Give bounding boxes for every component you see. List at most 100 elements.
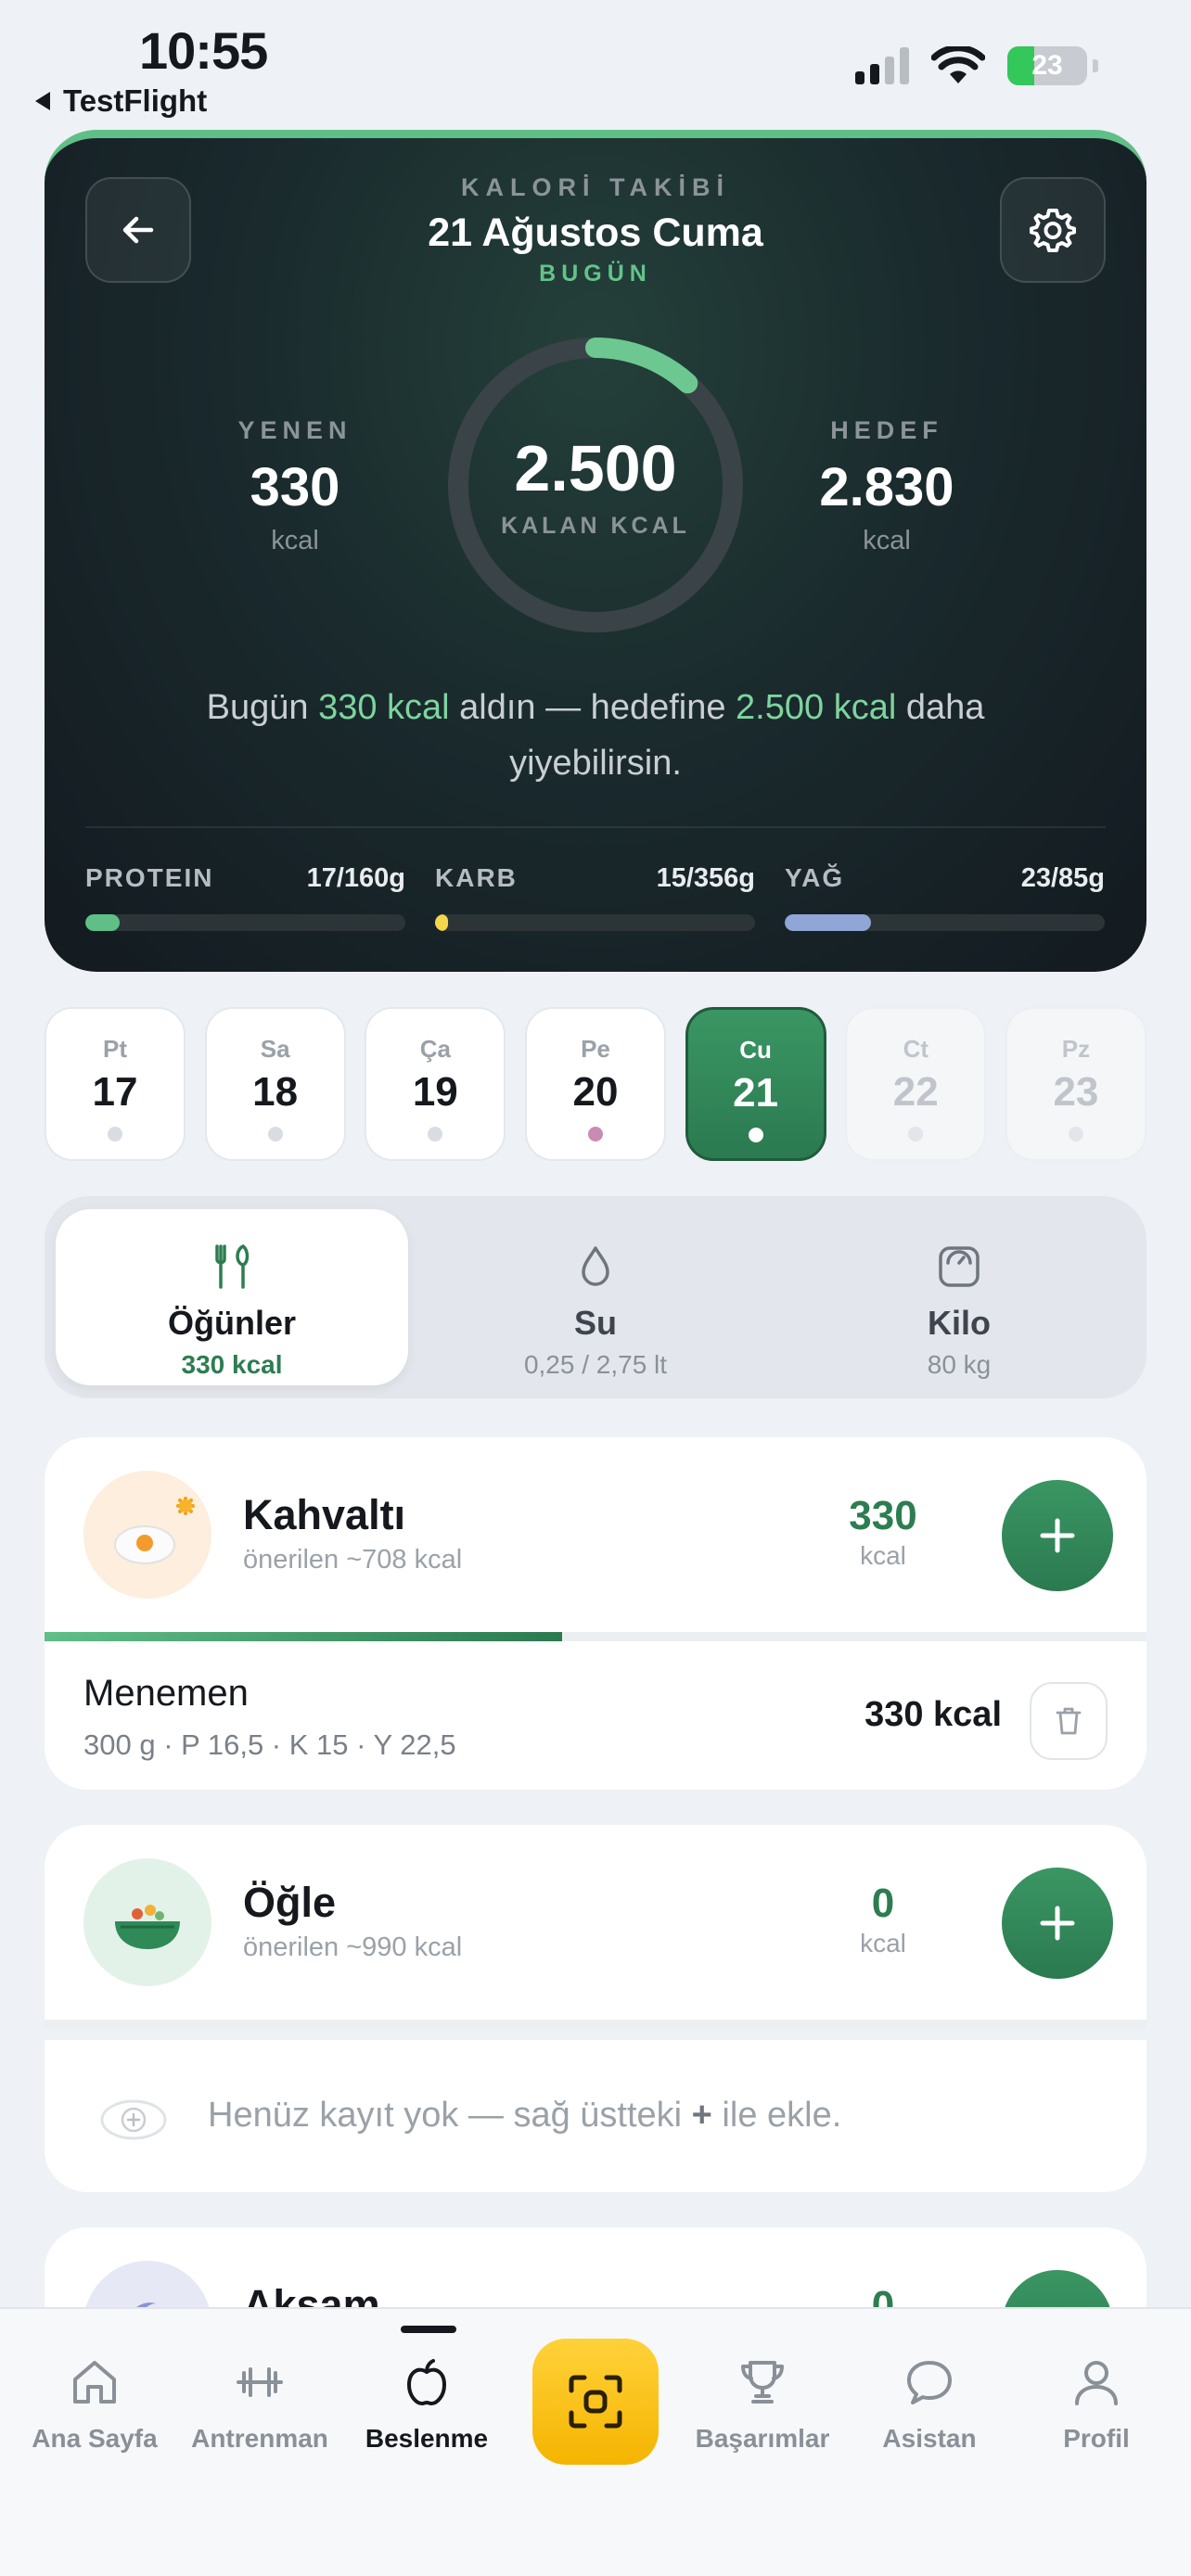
- food-calories: 330 kcal: [864, 1695, 1002, 1734]
- tab-title: Su: [573, 1304, 617, 1342]
- macro-track: [85, 914, 405, 931]
- nav-nutrition[interactable]: Beslenme: [343, 2355, 510, 2454]
- wifi-icon: [931, 46, 985, 83]
- battery-icon: 23: [1007, 46, 1087, 85]
- status-time: 10:55: [139, 21, 268, 80]
- macro-fat: YAĞ 23/85g: [785, 863, 1105, 931]
- add-lunch-button[interactable]: [1002, 1868, 1113, 1979]
- tracking-tabs: Öğünler 330 kcal Su 0,25 / 2,75 lt Kilo …: [45, 1196, 1146, 1398]
- tab-title: Kilo: [928, 1304, 991, 1342]
- delete-food-button[interactable]: [1030, 1682, 1108, 1760]
- tab-weight[interactable]: Kilo 80 kg: [783, 1209, 1135, 1385]
- day-name: Cu: [739, 1036, 772, 1064]
- active-tab-indicator: [401, 2326, 456, 2333]
- day-dot: [908, 1127, 924, 1141]
- gear-icon: [1030, 209, 1076, 252]
- macro-name: PROTEIN: [85, 863, 214, 892]
- calorie-summary-card: KALORİ TAKİBİ 21 Ağustos Cuma BUGÜN YENE…: [45, 130, 1146, 972]
- meal-progress-bar: [45, 1632, 1146, 1641]
- tab-subtitle: 330 kcal: [181, 1350, 283, 1379]
- nav-workout[interactable]: Antrenman: [176, 2355, 343, 2454]
- day-number: 17: [92, 1069, 138, 1115]
- meal-title: Kahvaltı: [243, 1491, 406, 1538]
- trophy-icon: [741, 2361, 784, 2404]
- macro-track: [435, 914, 755, 931]
- day-number: 22: [892, 1069, 939, 1115]
- back-to-app-link[interactable]: TestFlight: [35, 83, 207, 119]
- eaten-value: 330: [250, 457, 340, 517]
- macro-amount: 15/356g: [656, 863, 755, 893]
- day-number: 19: [412, 1069, 458, 1115]
- remaining-calories: 2.500 KALAN KCAL: [446, 336, 745, 634]
- dumbbell-icon: [237, 2367, 283, 2397]
- macro-amount: 17/160g: [306, 863, 405, 893]
- tab-water[interactable]: Su 0,25 / 2,75 lt: [419, 1209, 772, 1385]
- settings-button[interactable]: [1000, 177, 1106, 283]
- macro-amount: 23/85g: [1020, 863, 1105, 893]
- target-value: 2.830: [819, 457, 954, 517]
- target-stat: HEDEF 2.830 kcal: [748, 416, 1026, 556]
- day-item[interactable]: Sa 18: [204, 1007, 346, 1161]
- person-icon: [1075, 2361, 1118, 2405]
- tab-meals[interactable]: Öğünler 330 kcal: [56, 1209, 408, 1385]
- divider: [85, 826, 1106, 828]
- macro-fill: [785, 914, 872, 931]
- plus-icon: [1040, 1518, 1075, 1553]
- macro-fill: [435, 914, 449, 931]
- tab-title: Öğünler: [167, 1304, 296, 1342]
- day-dot: [748, 1128, 763, 1142]
- day-number: 23: [1053, 1069, 1099, 1115]
- nav-achievements[interactable]: Başarımlar: [679, 2355, 846, 2454]
- meal-kcal-unit: kcal: [860, 1929, 906, 1958]
- meal-kcal-value: 0: [871, 1881, 895, 1926]
- day-dot: [1068, 1127, 1083, 1141]
- meal-kcal-value: 330: [849, 1493, 917, 1538]
- food-item-row[interactable]: Menemen 300 g · P 16,5 · K 15 · Y 22,5 3…: [45, 1641, 1146, 1790]
- tab-subtitle: 0,25 / 2,75 lt: [523, 1350, 668, 1379]
- nav-label: Ana Sayfa: [32, 2424, 158, 2453]
- day-number: 20: [572, 1069, 619, 1115]
- nav-assistant[interactable]: Asistan: [846, 2355, 1013, 2454]
- meal-progress-bar: [45, 2020, 1146, 2029]
- nav-profile[interactable]: Profil: [1013, 2355, 1180, 2454]
- home-icon: [73, 2361, 116, 2404]
- target-unit: kcal: [863, 526, 911, 555]
- day-name: Ça: [419, 1035, 451, 1063]
- target-label: HEDEF: [830, 416, 943, 444]
- plus-icon: [1040, 1906, 1075, 1941]
- empty-state: Henüz kayıt yok — sağ üstteki + ile ekle…: [45, 2029, 1146, 2187]
- status-indicators: 23: [855, 46, 1098, 85]
- add-breakfast-button[interactable]: [1002, 1480, 1113, 1591]
- day-item[interactable]: Ct 22: [845, 1007, 987, 1161]
- day-item[interactable]: Ça 19: [365, 1007, 506, 1161]
- day-dot: [428, 1127, 443, 1141]
- section-eyebrow: KALORİ TAKİBİ: [461, 173, 730, 201]
- fried-egg-sun-icon: [114, 1497, 195, 1564]
- back-app-label: TestFlight: [63, 83, 208, 118]
- food-macros: 300 g · P 16,5 · K 15 · Y 22,5: [83, 1728, 456, 1761]
- macro-name: YAĞ: [785, 863, 845, 892]
- day-name: Pe: [581, 1035, 610, 1063]
- day-item[interactable]: Pe 20: [524, 1007, 666, 1161]
- meal-progress-fill: [45, 1632, 563, 1641]
- day-name: Pt: [103, 1035, 127, 1063]
- salad-bowl-icon: [115, 1905, 180, 1949]
- day-item[interactable]: Pz 23: [1005, 1007, 1146, 1161]
- day-dot: [587, 1127, 603, 1141]
- nav-home[interactable]: Ana Sayfa: [11, 2355, 178, 2454]
- fork-knife-icon: [215, 1244, 250, 1289]
- day-item[interactable]: Pt 17: [45, 1007, 186, 1161]
- day-item-selected[interactable]: Cu 21: [685, 1007, 826, 1161]
- breakfast-avatar: [83, 1471, 211, 1599]
- meal-card-breakfast: Kahvaltı önerilen ~708 kcal 330 kcal Men…: [45, 1437, 1146, 1790]
- macro-fill: [85, 914, 120, 931]
- nav-label: Profil: [1063, 2424, 1130, 2453]
- meal-title: Öğle: [243, 1879, 337, 1926]
- battery-level: 23: [1031, 50, 1063, 81]
- day-number: 21: [733, 1070, 779, 1116]
- scan-food-button[interactable]: [532, 2339, 659, 2465]
- day-dot: [267, 1127, 283, 1141]
- day-dot: [108, 1127, 122, 1141]
- day-number: 18: [252, 1069, 299, 1115]
- food-name: Menemen: [83, 1673, 249, 1714]
